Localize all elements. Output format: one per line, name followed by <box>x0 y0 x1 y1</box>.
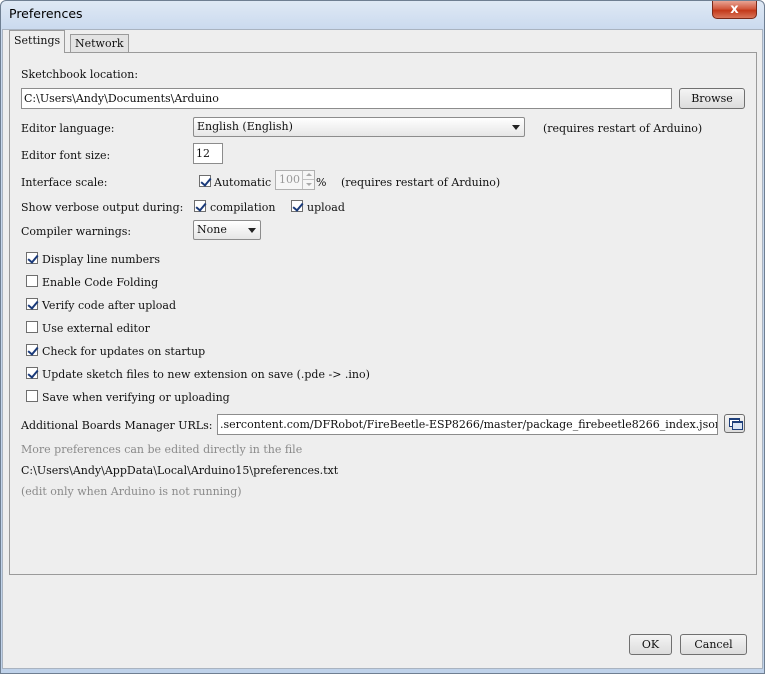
display-line-numbers-label: Display line numbers <box>42 253 160 266</box>
boards-manager-urls-label: Additional Boards Manager URLs: <box>21 419 213 432</box>
use-external-editor-label: Use external editor <box>42 322 150 335</box>
settings-panel: Sketchbook location: C:\Users\Andy\Docum… <box>9 52 757 575</box>
editor-language-value: English (English) <box>197 120 293 133</box>
browse-button[interactable]: Browse <box>679 88 745 109</box>
editor-language-note: (requires restart of Arduino) <box>543 122 703 135</box>
save-when-verifying-label: Save when verifying or uploading <box>42 391 230 404</box>
spin-down-icon <box>302 180 314 189</box>
editor-language-label: Editor language: <box>21 122 115 135</box>
editor-font-size-value: 12 <box>196 147 210 160</box>
interface-scale-note: (requires restart of Arduino) <box>341 176 501 189</box>
verify-code-after-upload-checkbox[interactable] <box>26 298 38 310</box>
update-sketch-extension-checkbox[interactable] <box>26 367 38 379</box>
tab-settings-label: Settings <box>14 34 61 47</box>
sketchbook-location-value: C:\Users\Andy\Documents\Arduino <box>24 92 219 105</box>
check-for-updates-checkbox[interactable] <box>26 344 38 356</box>
enable-code-folding-label: Enable Code Folding <box>42 276 159 289</box>
spin-up-icon <box>302 171 314 180</box>
editor-font-size-label: Editor font size: <box>21 149 111 162</box>
update-sketch-extension-label: Update sketch files to new extension on … <box>42 368 370 381</box>
chevron-down-icon <box>248 228 256 233</box>
boards-manager-urls-input[interactable]: .sercontent.com/DFRobot/FireBeetle-ESP82… <box>217 414 718 435</box>
window-stack-icon-front <box>732 421 743 430</box>
tab-settings[interactable]: Settings <box>9 30 66 53</box>
verbose-output-label: Show verbose output during: <box>21 201 184 214</box>
verbose-compilation-checkbox[interactable] <box>194 200 206 212</box>
interface-scale-automatic-label: Automatic <box>214 176 272 189</box>
ok-button[interactable]: OK <box>629 634 672 655</box>
editor-font-size-input[interactable]: 12 <box>193 143 223 164</box>
dialog-body: Settings Network Sketchbook location: C:… <box>2 29 763 669</box>
browse-button-label: Browse <box>691 92 733 105</box>
compiler-warnings-select[interactable]: None <box>193 220 261 240</box>
boards-manager-urls-edit-button[interactable] <box>724 414 745 433</box>
interface-scale-automatic-checkbox[interactable] <box>199 175 211 187</box>
interface-scale-value: 100 <box>279 173 300 186</box>
edit-only-note: (edit only when Arduino is not running) <box>21 485 242 498</box>
interface-scale-label: Interface scale: <box>21 176 108 189</box>
title-bar[interactable]: Preferences x <box>1 1 765 29</box>
sketchbook-location-input[interactable]: C:\Users\Andy\Documents\Arduino <box>21 88 672 109</box>
use-external-editor-checkbox[interactable] <box>26 321 38 333</box>
ok-button-label: OK <box>641 638 660 651</box>
cancel-button-label: Cancel <box>694 638 733 651</box>
verbose-upload-checkbox[interactable] <box>291 200 303 212</box>
editor-language-select[interactable]: English (English) <box>193 117 525 137</box>
interface-scale-spinner: 100 <box>275 170 315 190</box>
preferences-window: Preferences x Settings Network Sketchboo… <box>0 0 765 674</box>
compiler-warnings-value: None <box>197 223 227 236</box>
window-title: Preferences <box>9 6 83 21</box>
sketchbook-label: Sketchbook location: <box>21 68 139 81</box>
interface-scale-unit: % <box>316 176 327 189</box>
enable-code-folding-checkbox[interactable] <box>26 275 38 287</box>
more-preferences-note: More preferences can be edited directly … <box>21 443 303 456</box>
verbose-compilation-label: compilation <box>210 201 276 214</box>
tab-network-label: Network <box>75 37 124 50</box>
verbose-upload-label: upload <box>307 201 345 214</box>
check-for-updates-label: Check for updates on startup <box>42 345 206 358</box>
boards-manager-urls-value: .sercontent.com/DFRobot/FireBeetle-ESP82… <box>220 418 718 431</box>
display-line-numbers-checkbox[interactable] <box>26 252 38 264</box>
cancel-button[interactable]: Cancel <box>680 634 747 655</box>
preferences-file-path: C:\Users\Andy\AppData\Local\Arduino15\pr… <box>21 464 339 477</box>
tab-network[interactable]: Network <box>70 34 129 52</box>
save-when-verifying-checkbox[interactable] <box>26 390 38 402</box>
verify-code-after-upload-label: Verify code after upload <box>42 299 177 312</box>
close-button[interactable]: x <box>712 1 757 19</box>
chevron-down-icon <box>512 125 520 130</box>
compiler-warnings-label: Compiler warnings: <box>21 225 132 238</box>
close-icon: x <box>730 2 739 17</box>
